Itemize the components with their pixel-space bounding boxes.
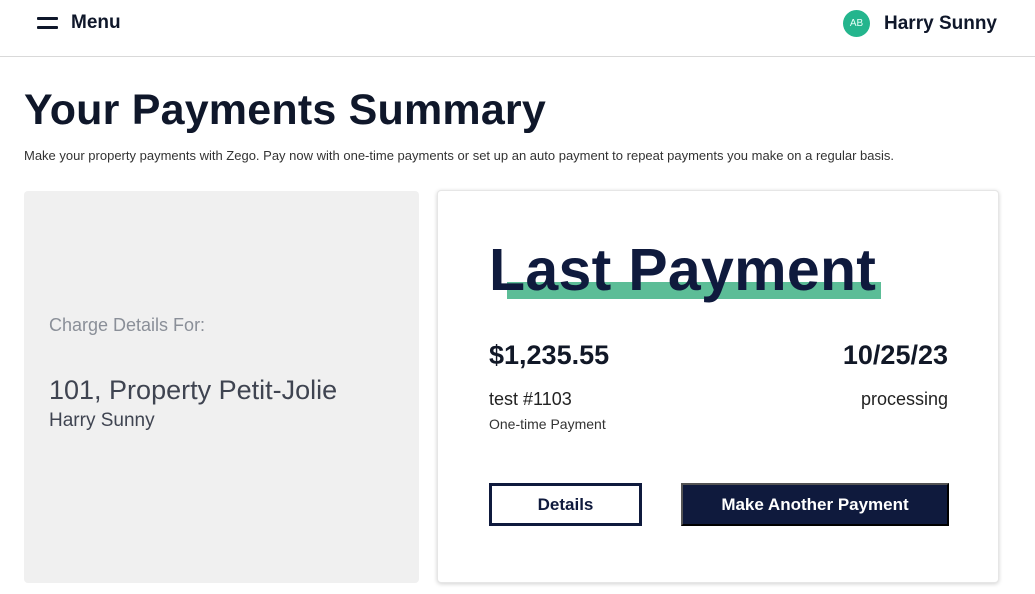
page-title: Your Payments Summary [24, 86, 546, 134]
owner-name: Harry Sunny [49, 410, 155, 431]
payment-date: 10/25/23 [842, 340, 948, 370]
make-another-payment-button[interactable]: Make Another Payment [681, 483, 949, 526]
menu-button[interactable]: Menu [37, 11, 121, 35]
top-bar: Menu AB Harry Sunny [0, 0, 1035, 57]
avatar: AB [843, 10, 871, 37]
property-name: 101, Property Petit-Jolie [49, 375, 338, 405]
payment-status: processing [860, 389, 948, 409]
details-button[interactable]: Details [489, 483, 642, 526]
last-payment-heading: Last Payment [489, 237, 881, 303]
user-name: Harry Sunny [884, 12, 997, 34]
last-payment-card: Last Payment $1,235.55 10/25/23 test #11… [437, 190, 999, 583]
payment-amount: $1,235.55 [489, 340, 610, 370]
user-menu[interactable]: AB Harry Sunny [843, 10, 997, 37]
hamburger-icon [37, 15, 59, 31]
charge-details-card: Charge Details For: 101, Property Petit-… [24, 191, 419, 583]
menu-label: Menu [71, 12, 121, 33]
charge-details-label: Charge Details For: [49, 315, 206, 335]
payment-reference: test #1103 [489, 389, 572, 409]
payment-type: One-time Payment [489, 416, 606, 432]
last-payment-title: Last Payment [489, 237, 877, 303]
page-description: Make your property payments with Zego. P… [24, 148, 895, 163]
